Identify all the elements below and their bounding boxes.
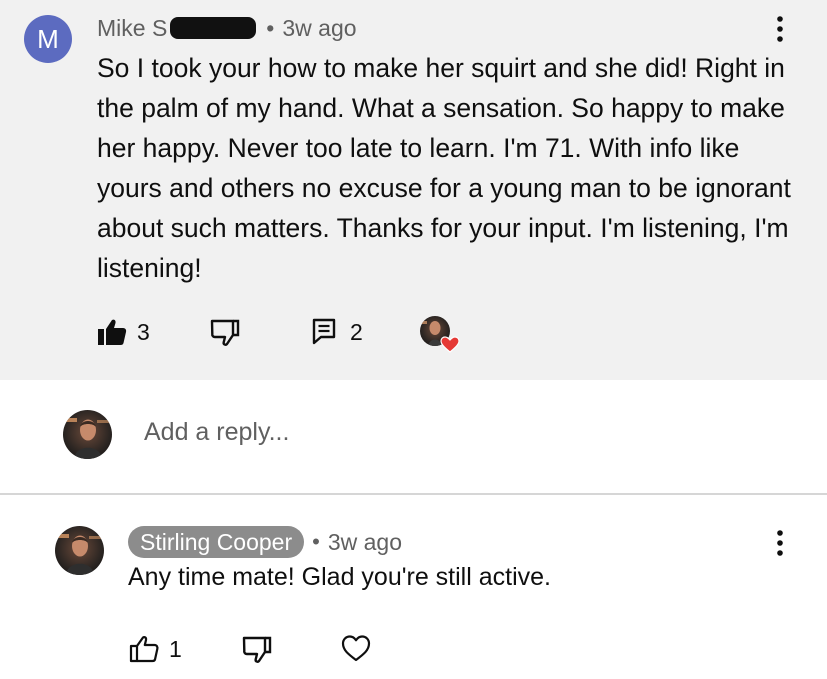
creator-heart-badge: [419, 315, 463, 355]
like-count: 3: [137, 318, 150, 345]
like-button[interactable]: [97, 318, 127, 346]
reply-count: 2: [350, 318, 363, 345]
meta-separator: •: [312, 529, 320, 554]
reply-timestamp[interactable]: 3w ago: [328, 529, 402, 556]
reply-heart-button[interactable]: [341, 633, 371, 663]
reply-menu-button[interactable]: [765, 528, 795, 558]
reply-author-chip[interactable]: Stirling Cooper: [128, 526, 305, 558]
user-photo: [63, 410, 112, 459]
meta-separator: •: [266, 14, 275, 41]
comment-author[interactable]: Mike S: [97, 15, 167, 42]
reply-author-photo: [55, 526, 104, 575]
more-vertical-icon: [777, 16, 783, 42]
reply-meta: Stirling Cooper • 3w ago: [128, 526, 402, 558]
reply-dislike-button[interactable]: [242, 635, 272, 665]
heart-outline-icon: [341, 635, 371, 662]
thumbs-down-icon: [210, 319, 240, 346]
reply-author-avatar[interactable]: [55, 526, 104, 575]
reply-like-count: 1: [169, 635, 182, 662]
replies-button[interactable]: 2: [312, 317, 363, 347]
dislike-button[interactable]: [210, 318, 240, 348]
current-user-avatar[interactable]: [63, 410, 112, 459]
redaction-mark: [170, 17, 257, 39]
avatar[interactable]: M: [24, 15, 72, 63]
reply-text: Any time mate! Glad you're still active.: [128, 563, 551, 591]
comment-text: So I took your how to make her squirt an…: [97, 53, 791, 283]
thumbs-up-outline-icon: [129, 636, 159, 663]
comment-icon: [312, 318, 336, 345]
reply-composer: [0, 380, 827, 495]
more-vertical-icon: [777, 530, 783, 556]
thumbs-up-icon: [98, 319, 127, 345]
comment-meta: Mike S • 3w ago: [97, 12, 357, 44]
reply-like-button[interactable]: 1: [129, 633, 182, 665]
thumbs-down-icon: [242, 636, 272, 663]
reply-input[interactable]: [144, 418, 744, 447]
comment-timestamp[interactable]: 3w ago: [282, 15, 356, 42]
comment-card: M Mike S • 3w ago So I took your how to …: [0, 0, 827, 380]
creator-heart-icon: [420, 316, 460, 353]
comment-action-bar: 3: [97, 316, 150, 348]
comment-menu-button[interactable]: [765, 14, 795, 44]
